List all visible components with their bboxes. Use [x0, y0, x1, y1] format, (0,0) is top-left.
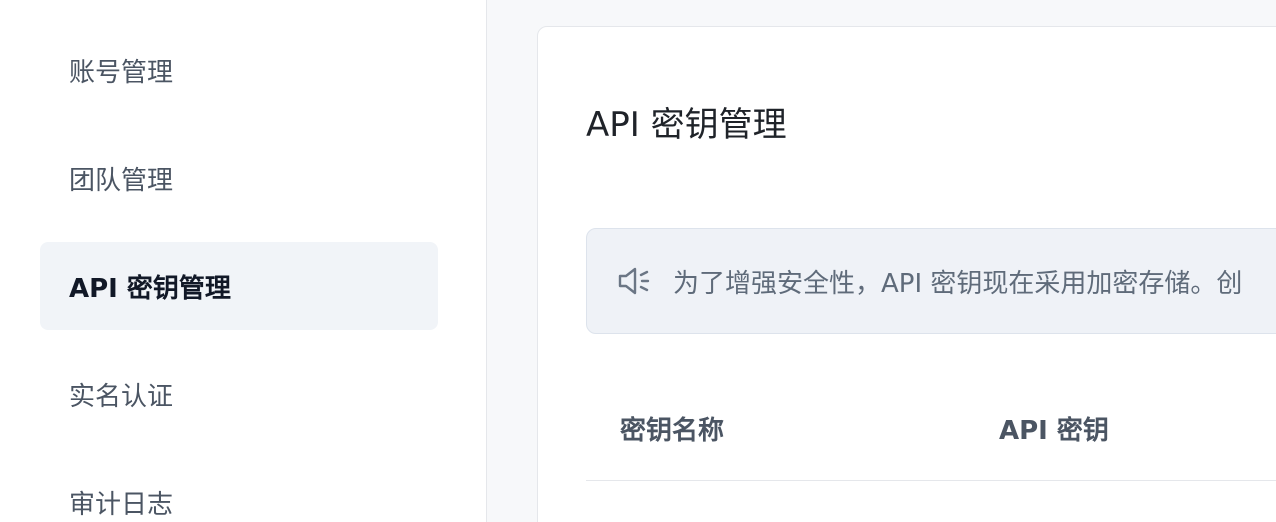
- sidebar-item-verification[interactable]: 实名认证: [40, 350, 438, 438]
- main-content: API 密钥管理 为了增强安全性，API 密钥现在采用加密存储。创 密钥名称 A…: [487, 0, 1276, 522]
- page-title: API 密钥管理: [586, 105, 787, 145]
- sidebar-item-label: 审计日志: [69, 489, 174, 520]
- api-keys-card: API 密钥管理 为了增强安全性，API 密钥现在采用加密存储。创 密钥名称 A…: [537, 26, 1276, 522]
- sidebar-item-label: 账号管理: [69, 57, 174, 88]
- sidebar-item-label: API 密钥管理: [69, 273, 231, 304]
- sidebar-item-label: 团队管理: [69, 165, 174, 196]
- sidebar-item-audit-log[interactable]: 审计日志: [40, 458, 438, 522]
- sidebar-item-account[interactable]: 账号管理: [40, 26, 438, 114]
- sidebar-item-team[interactable]: 团队管理: [40, 134, 438, 222]
- sidebar: 账号管理 团队管理 API 密钥管理 实名认证 审计日志: [0, 0, 487, 522]
- table-header: 密钥名称 API 密钥: [586, 387, 1276, 481]
- settings-layout: 账号管理 团队管理 API 密钥管理 实名认证 审计日志 API 密钥管理 为了…: [0, 0, 1276, 522]
- column-header-key-name: 密钥名称: [620, 416, 725, 446]
- info-notice: 为了增强安全性，API 密钥现在采用加密存储。创: [586, 228, 1276, 334]
- sidebar-item-api-keys[interactable]: API 密钥管理: [40, 242, 438, 330]
- sidebar-item-label: 实名认证: [69, 381, 174, 412]
- speaker-icon: [618, 267, 650, 295]
- notice-text: 为了增强安全性，API 密钥现在采用加密存储。创: [673, 268, 1243, 299]
- column-header-api-key: API 密钥: [999, 416, 1109, 446]
